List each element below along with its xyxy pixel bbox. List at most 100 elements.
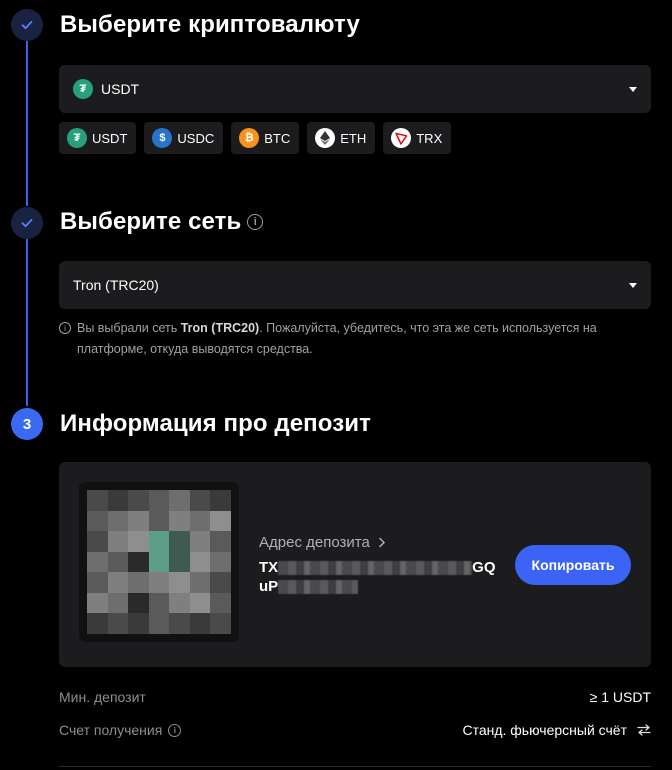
deposit-address-link[interactable]: Адрес депозита (259, 534, 386, 551)
chevron-down-icon (629, 86, 637, 92)
qr-pixel (189, 613, 211, 634)
qr-pixel (148, 490, 170, 511)
quick-coin-eth[interactable]: ETH (307, 122, 376, 154)
qr-pixel (128, 551, 149, 573)
step-3-title-text: Информация про депозит (60, 410, 371, 437)
trx-coin-icon (391, 128, 412, 148)
network-warning-network: Tron (TRC20) (180, 321, 260, 335)
currency-select[interactable]: ₮ USDT (59, 65, 651, 113)
copy-address-button[interactable]: Копировать (515, 545, 631, 585)
qr-pixel (210, 572, 231, 593)
qr-pixel (189, 490, 211, 511)
divider (59, 766, 651, 767)
qr-pixel (169, 531, 190, 552)
progress-rail-1 (26, 41, 28, 206)
qr-pixel (128, 510, 149, 532)
qr-pixel (107, 613, 129, 634)
qr-pixel (169, 551, 190, 573)
quick-coin-trx[interactable]: TRX (383, 122, 452, 154)
qr-pixel (210, 510, 231, 532)
info-icon[interactable]: i (168, 723, 182, 737)
btc-coin-icon: ₿ (239, 128, 260, 148)
qr-pixel (169, 613, 190, 634)
receiving-account-value: Станд. фьючерсный счёт (462, 722, 627, 738)
checkmark-icon (21, 218, 33, 228)
qr-pixel (87, 510, 108, 532)
step-1-title: Выберите криптовалюту (60, 11, 360, 39)
qr-pixel (87, 572, 108, 593)
qr-pixel (128, 490, 149, 511)
step-2-title-text: Выберите сеть (60, 208, 242, 235)
quick-coin-list: ₮ USDT $ USDC ₿ BTC ETH TRX (59, 122, 452, 154)
qr-pixel (148, 613, 170, 634)
deposit-info-card: Адрес депозита TX GQ uP Копировать (59, 462, 651, 667)
qr-pixel (107, 592, 129, 614)
step-3-title: Информация про депозит (60, 410, 371, 438)
receiving-account-label: Счет получения (59, 722, 163, 738)
network-warning-note: i Вы выбрали сеть Tron (TRC20). Пожалуйс… (59, 318, 659, 360)
quick-coin-label: USDC (177, 130, 215, 146)
quick-coin-label: BTC (264, 130, 291, 146)
qr-pixel (87, 551, 108, 573)
deposit-qr-code[interactable] (79, 482, 239, 642)
quick-coin-usdc[interactable]: $ USDC (144, 122, 224, 154)
qr-pixel (107, 531, 129, 552)
qr-pixel (107, 572, 129, 593)
qr-pixel (210, 592, 231, 614)
qr-pixel (148, 592, 170, 614)
network-warning-prefix: Вы выбрали сеть (77, 321, 181, 335)
qr-pixel (189, 551, 211, 573)
receiving-account-label-group: Счет получения i (59, 722, 182, 738)
qr-pixel (87, 490, 108, 511)
qr-pixel (87, 613, 108, 634)
receiving-account-switch[interactable]: Станд. фьючерсный счёт (462, 722, 651, 738)
deposit-address-line-2: uP (259, 577, 499, 596)
step-2-title: Выберите сеть i (60, 208, 264, 236)
min-deposit-row: Мин. депозит ≥ 1 USDT (59, 689, 651, 705)
network-warning-text: Вы выбрали сеть Tron (TRC20). Пожалуйста… (77, 318, 659, 360)
deposit-address-value: TX GQ uP (259, 558, 499, 596)
chevron-down-icon (629, 282, 637, 288)
eth-coin-icon (315, 128, 336, 148)
checkmark-icon (21, 20, 33, 30)
quick-coin-usdt[interactable]: ₮ USDT (59, 122, 137, 154)
qr-pixel (210, 613, 231, 634)
usdc-coin-icon: $ (152, 128, 173, 148)
receiving-account-row: Счет получения i Станд. фьючерсный счёт (59, 722, 651, 738)
qr-pixel (210, 531, 231, 552)
qr-pixel (189, 592, 211, 614)
network-select[interactable]: Tron (TRC20) (59, 261, 651, 309)
info-icon[interactable]: i (247, 214, 264, 230)
qr-pixel (87, 592, 108, 614)
qr-code-pixelated (87, 490, 231, 634)
currency-select-value: USDT (101, 81, 140, 97)
qr-pixel (210, 490, 231, 511)
step-3-number: 3 (22, 415, 32, 433)
qr-pixel (189, 510, 211, 532)
quick-coin-label: ETH (340, 130, 367, 146)
qr-pixel (210, 551, 231, 573)
qr-pixel (169, 490, 190, 511)
address-redacted (278, 561, 473, 576)
qr-pixel (169, 510, 190, 532)
step-2-done-indicator (11, 207, 43, 239)
usdt-coin-icon: ₮ (73, 79, 93, 99)
qr-pixel (148, 510, 170, 532)
quick-coin-btc[interactable]: ₿ BTC (231, 122, 300, 154)
step-1-done-indicator (11, 9, 43, 41)
deposit-address-label: Адрес депозита (259, 534, 370, 551)
qr-pixel (128, 592, 149, 614)
qr-pixel (169, 572, 190, 593)
quick-coin-label: TRX (416, 130, 443, 146)
qr-pixel (148, 572, 170, 593)
qr-pixel (148, 531, 170, 552)
info-icon: i (59, 322, 71, 334)
qr-pixel (87, 531, 108, 552)
qr-pixel (128, 531, 149, 552)
address-redacted (278, 580, 359, 595)
network-select-value: Tron (TRC20) (73, 277, 159, 293)
address-line2-start: uP (259, 578, 279, 595)
progress-rail-2 (26, 239, 28, 406)
qr-pixel (189, 531, 211, 552)
usdt-coin-icon: ₮ (67, 128, 87, 148)
